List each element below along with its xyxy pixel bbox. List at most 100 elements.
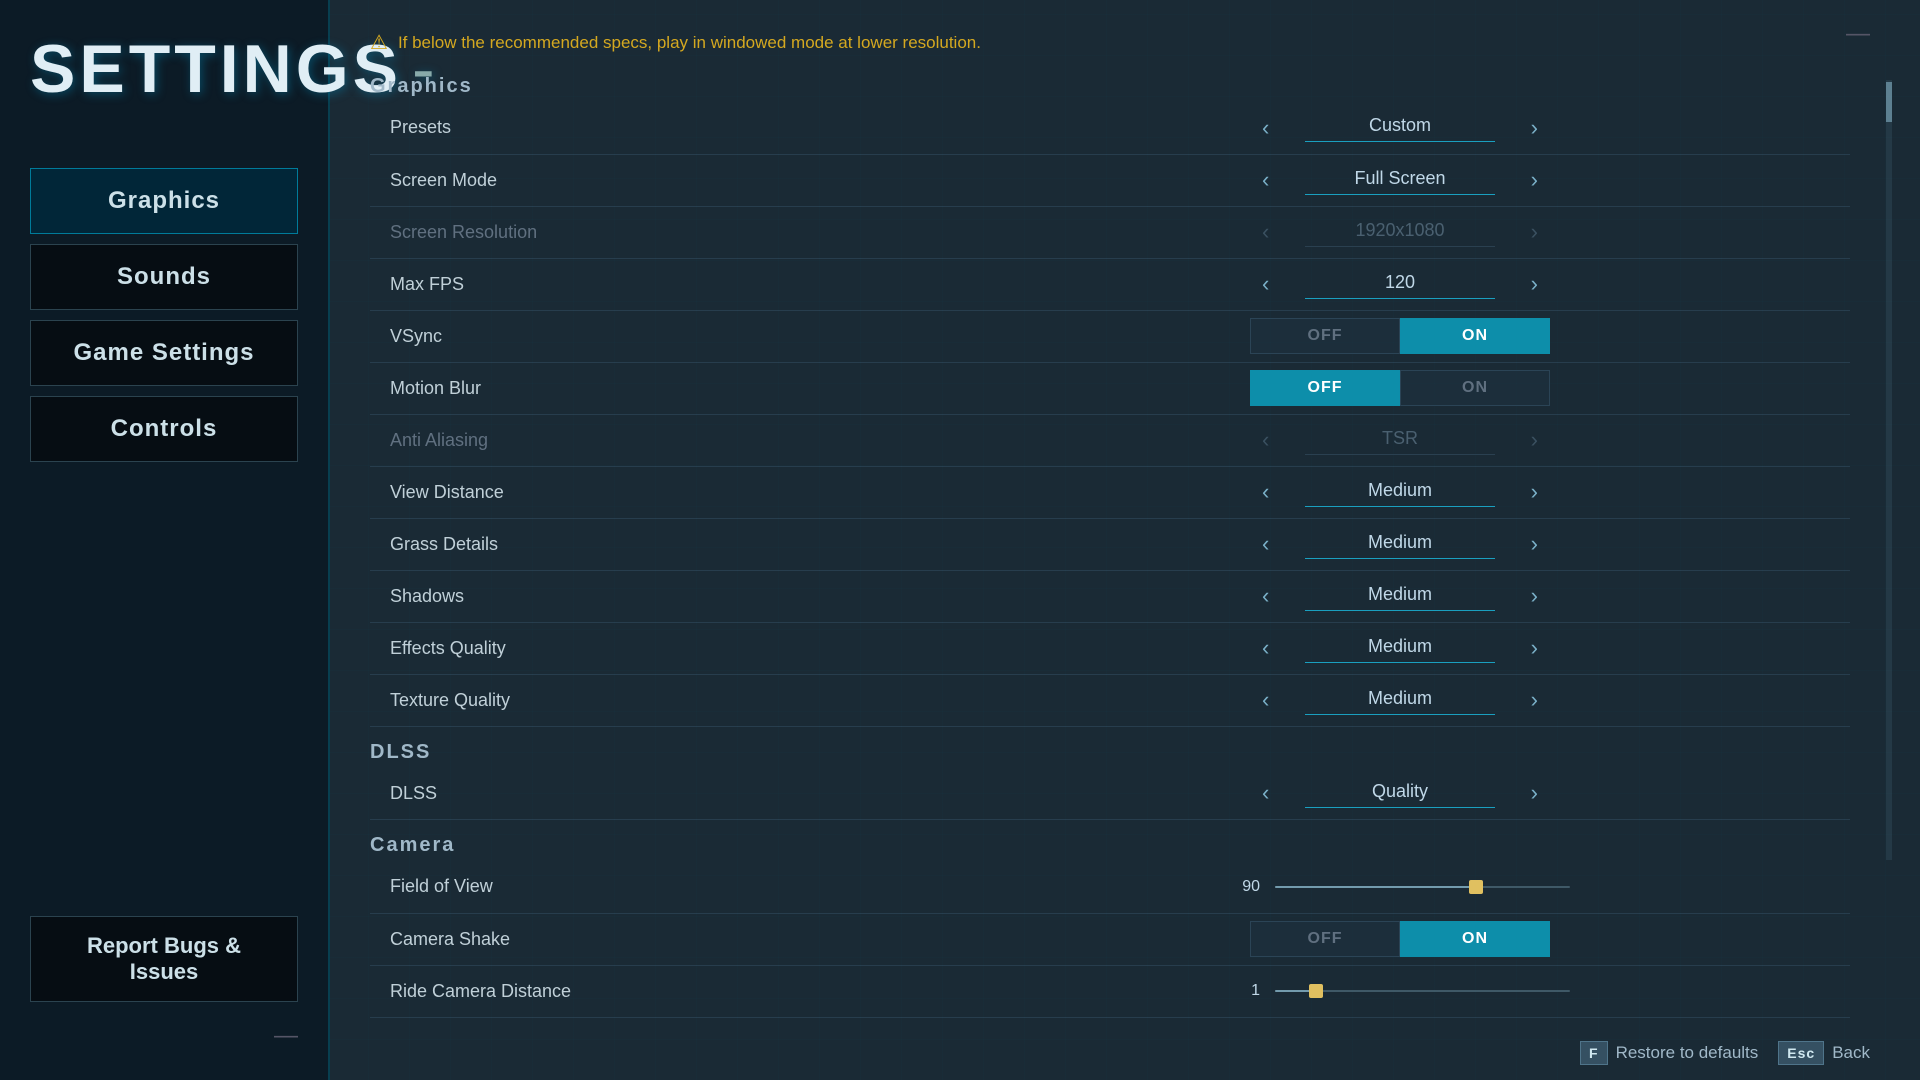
table-row: Texture Quality ‹ Medium › [370,674,1850,726]
screen-res-value: 1920x1080 [1281,220,1518,245]
nav-btn-game-settings[interactable]: Game Settings [30,320,298,386]
view-distance-label: View Distance [370,466,950,518]
ride-camera-value: 1 [1230,982,1260,1000]
screen-mode-next-btn[interactable]: › [1519,161,1550,199]
restore-key-badge[interactable]: F [1580,1041,1608,1065]
table-row: Anti Aliasing ‹ TSR › [370,414,1850,466]
grass-details-selector: ‹ Medium › [1250,525,1550,563]
dlss-control: ‹ Quality › [950,768,1850,820]
shadows-value: Medium [1281,584,1518,609]
sidebar: SETTINGS- Graphics Sounds Game Settings … [0,0,330,1080]
warning-icon: ⚠ [370,30,388,55]
grass-details-value: Medium [1281,532,1518,557]
ride-camera-track[interactable] [1275,990,1570,992]
dlss-next-btn[interactable]: › [1519,774,1550,812]
restore-defaults-action: F Restore to defaults [1580,1041,1758,1065]
table-row: Camera Shake OFF ON [370,913,1850,965]
nav-btn-sounds[interactable]: Sounds [30,244,298,310]
view-distance-value: Medium [1281,480,1518,505]
max-fps-prev-btn[interactable]: ‹ [1250,265,1281,303]
dlss-prev-btn[interactable]: ‹ [1250,774,1281,812]
screen-res-next-btn: › [1519,213,1550,251]
fov-track[interactable] [1275,886,1570,888]
fov-value: 90 [1230,878,1260,896]
dlss-selector: ‹ Quality › [1250,774,1550,812]
back-action: Esc Back [1778,1041,1870,1065]
camera-shake-toggle: OFF ON [1250,921,1550,957]
shadows-next-btn[interactable]: › [1519,577,1550,615]
table-row: Ride Camera Distance 1 [370,965,1850,1017]
fov-label: Field of View [370,861,950,913]
table-row: Presets ‹ Custom › [370,102,1850,154]
max-fps-next-btn[interactable]: › [1519,265,1550,303]
screen-res-label: Screen Resolution [370,206,950,258]
scrollbar-thumb[interactable] [1886,82,1892,122]
shadows-prev-btn[interactable]: ‹ [1250,577,1281,615]
max-fps-selector: ‹ 120 › [1250,265,1550,303]
back-key-badge[interactable]: Esc [1778,1041,1824,1065]
anti-aliasing-prev-btn: ‹ [1250,421,1281,459]
table-row: VSync OFF ON [370,310,1850,362]
effects-quality-prev-btn[interactable]: ‹ [1250,629,1281,667]
table-row: Screen Resolution ‹ 1920x1080 › [370,206,1850,258]
camera-shake-off-btn[interactable]: OFF [1250,921,1400,957]
anti-aliasing-selector: ‹ TSR › [1250,421,1550,459]
screen-res-selector: ‹ 1920x1080 › [1250,213,1550,251]
sidebar-bottom-dash: — [30,1022,298,1050]
texture-quality-label: Texture Quality [370,674,950,726]
fov-thumb[interactable] [1469,880,1483,894]
scrollbar-track[interactable] [1886,80,1892,860]
max-fps-value: 120 [1281,272,1518,297]
view-distance-prev-btn[interactable]: ‹ [1250,473,1281,511]
presets-control: ‹ Custom › [950,102,1850,154]
view-distance-next-btn[interactable]: › [1519,473,1550,511]
grass-details-prev-btn[interactable]: ‹ [1250,525,1281,563]
effects-quality-next-btn[interactable]: › [1519,629,1550,667]
report-bugs-button[interactable]: Report Bugs & Issues [30,916,298,1002]
view-distance-selector: ‹ Medium › [1250,473,1550,511]
effects-quality-selector: ‹ Medium › [1250,629,1550,667]
grass-details-control: ‹ Medium › [950,518,1850,570]
motion-blur-label: Motion Blur [370,362,950,414]
table-row: Grass Details ‹ Medium › [370,518,1850,570]
graphics-settings-table: Presets ‹ Custom › Screen Mode ‹ Full Sc… [370,102,1850,727]
texture-quality-control: ‹ Medium › [950,674,1850,726]
anti-aliasing-next-btn: › [1519,421,1550,459]
vsync-on-btn[interactable]: ON [1400,318,1550,354]
presets-value: Custom [1281,115,1518,140]
presets-next-btn[interactable]: › [1519,109,1550,147]
motion-blur-on-btn[interactable]: ON [1400,370,1550,406]
main-content: ⚠ If below the recommended specs, play i… [340,0,1880,1080]
texture-quality-selector: ‹ Medium › [1250,681,1550,719]
nav-btn-graphics[interactable]: Graphics [30,168,298,234]
vsync-control: OFF ON [950,310,1850,362]
shadows-control: ‹ Medium › [950,570,1850,622]
presets-prev-btn[interactable]: ‹ [1250,109,1281,147]
motion-blur-off-btn[interactable]: OFF [1250,370,1400,406]
anti-aliasing-control: ‹ TSR › [950,414,1850,466]
table-row: Field of View 90 [370,861,1850,913]
texture-quality-prev-btn[interactable]: ‹ [1250,681,1281,719]
graphics-section-header: Graphics [370,75,1850,98]
dlss-settings-table: DLSS ‹ Quality › [370,768,1850,821]
motion-blur-toggle: OFF ON [1250,370,1550,406]
vsync-off-btn[interactable]: OFF [1250,318,1400,354]
screen-mode-control: ‹ Full Screen › [950,154,1850,206]
table-row: Screen Mode ‹ Full Screen › [370,154,1850,206]
table-row: Motion Blur OFF ON [370,362,1850,414]
vsync-toggle: OFF ON [1250,318,1550,354]
ride-camera-thumb[interactable] [1309,984,1323,998]
presets-selector: ‹ Custom › [1250,109,1550,147]
camera-shake-on-btn[interactable]: ON [1400,921,1550,957]
presets-label: Presets [370,102,950,154]
nav-btn-controls[interactable]: Controls [30,396,298,462]
screen-mode-prev-btn[interactable]: ‹ [1250,161,1281,199]
texture-quality-value: Medium [1281,688,1518,713]
ride-camera-label: Ride Camera Distance [370,965,950,1017]
dlss-value: Quality [1281,781,1518,806]
back-label: Back [1832,1043,1870,1063]
grass-details-next-btn[interactable]: › [1519,525,1550,563]
shadows-selector: ‹ Medium › [1250,577,1550,615]
texture-quality-next-btn[interactable]: › [1519,681,1550,719]
screen-mode-value: Full Screen [1281,168,1518,193]
